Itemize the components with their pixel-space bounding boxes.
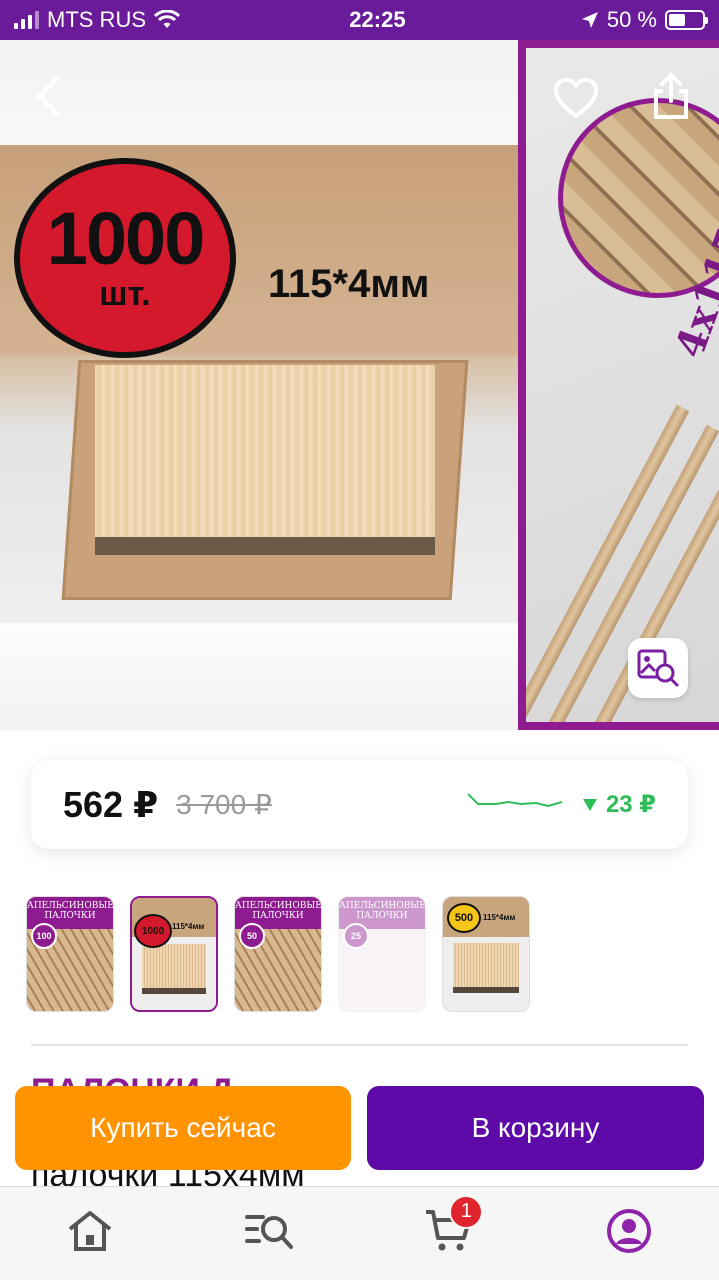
bottom-nav: 1: [0, 1186, 719, 1280]
thumbnail-count: 500: [447, 903, 481, 933]
variant-thumbnails: АПЕЛЬСИНОВЫЕ ПАЛОЧКИ 100 1000 115*4мм АП…: [26, 896, 530, 1012]
nav-home[interactable]: [50, 1201, 130, 1261]
profile-icon: [607, 1208, 652, 1253]
image-search-icon: [637, 649, 679, 687]
catalog-search-icon: [244, 1214, 293, 1249]
thumbnail-1[interactable]: АПЕЛЬСИНОВЫЕ ПАЛОЧКИ 100: [26, 896, 114, 1012]
thumbnail-count: 25: [343, 923, 369, 949]
price-drop: 23 ₽: [582, 790, 656, 819]
status-bar: MTS RUS 22:25 50 %: [0, 0, 719, 40]
thumbnail-size: 115*4мм: [483, 913, 516, 922]
price-drop-value: 23 ₽: [605, 791, 656, 818]
favorite-button[interactable]: [550, 74, 602, 122]
nav-catalog[interactable]: [230, 1201, 310, 1261]
divider: [31, 1044, 688, 1046]
down-triangle-icon: [582, 798, 597, 811]
signal-icon: [14, 11, 39, 29]
location-arrow-icon: [581, 12, 598, 28]
old-price: 3 700 ₽: [176, 789, 272, 820]
price-history-sparkline: [467, 792, 563, 807]
carrier-label: MTS RUS: [47, 7, 146, 32]
thumbnail-count: 1000: [134, 914, 172, 948]
thumbnail-count: 100: [31, 923, 57, 949]
photo-search-button[interactable]: [628, 638, 688, 698]
heart-icon: [553, 77, 599, 119]
current-price: 562 ₽: [63, 783, 159, 825]
share-icon: [654, 72, 688, 119]
share-button[interactable]: [646, 68, 696, 124]
thumbnail-size: 115*4мм: [172, 922, 205, 931]
nav-cart[interactable]: 1: [409, 1194, 489, 1261]
product-gallery[interactable]: 1000 шт. 115*4мм 4x115: [0, 40, 719, 730]
thumbnail-4[interactable]: АПЕЛЬСИНОВЫЕ ПАЛОЧКИ 25: [338, 896, 426, 1012]
gallery-slide-main[interactable]: 1000 шт. 115*4мм: [0, 40, 518, 730]
battery-icon: [665, 10, 708, 30]
thumbnail-3[interactable]: АПЕЛЬСИНОВЫЕ ПАЛОЧКИ 50: [234, 896, 322, 1012]
chevron-left-icon: [36, 75, 60, 117]
buy-now-button[interactable]: Купить сейчас: [15, 1086, 351, 1170]
thumbnail-2[interactable]: 1000 115*4мм: [130, 896, 218, 1012]
purchase-actions: Купить сейчас В корзину: [15, 1086, 704, 1170]
add-to-cart-button[interactable]: В корзину: [367, 1086, 704, 1170]
wifi-icon: [154, 10, 180, 28]
nav-profile[interactable]: [589, 1201, 669, 1261]
gallery-slide-next[interactable]: 4x115: [518, 40, 719, 730]
home-icon: [68, 1210, 112, 1251]
thumbnail-5[interactable]: 500 115*4мм: [442, 896, 530, 1012]
size-label: 115*4мм: [268, 262, 430, 306]
cart-count-badge: 1: [449, 1194, 484, 1229]
product-page: MTS RUS 22:25 50 % 1000 шт. 115*4мм 4x11…: [0, 0, 719, 1280]
clock: 22:25: [349, 7, 406, 32]
badge-number: 1000: [46, 197, 206, 281]
thumbnail-count: 50: [239, 923, 265, 949]
quantity-badge: 1000 шт.: [14, 158, 236, 358]
price-card[interactable]: 562 ₽ 3 700 ₽ 23 ₽: [31, 760, 688, 849]
badge-unit: шт.: [99, 275, 151, 314]
battery-percent: 50 %: [606, 7, 657, 32]
back-button[interactable]: [24, 72, 72, 120]
